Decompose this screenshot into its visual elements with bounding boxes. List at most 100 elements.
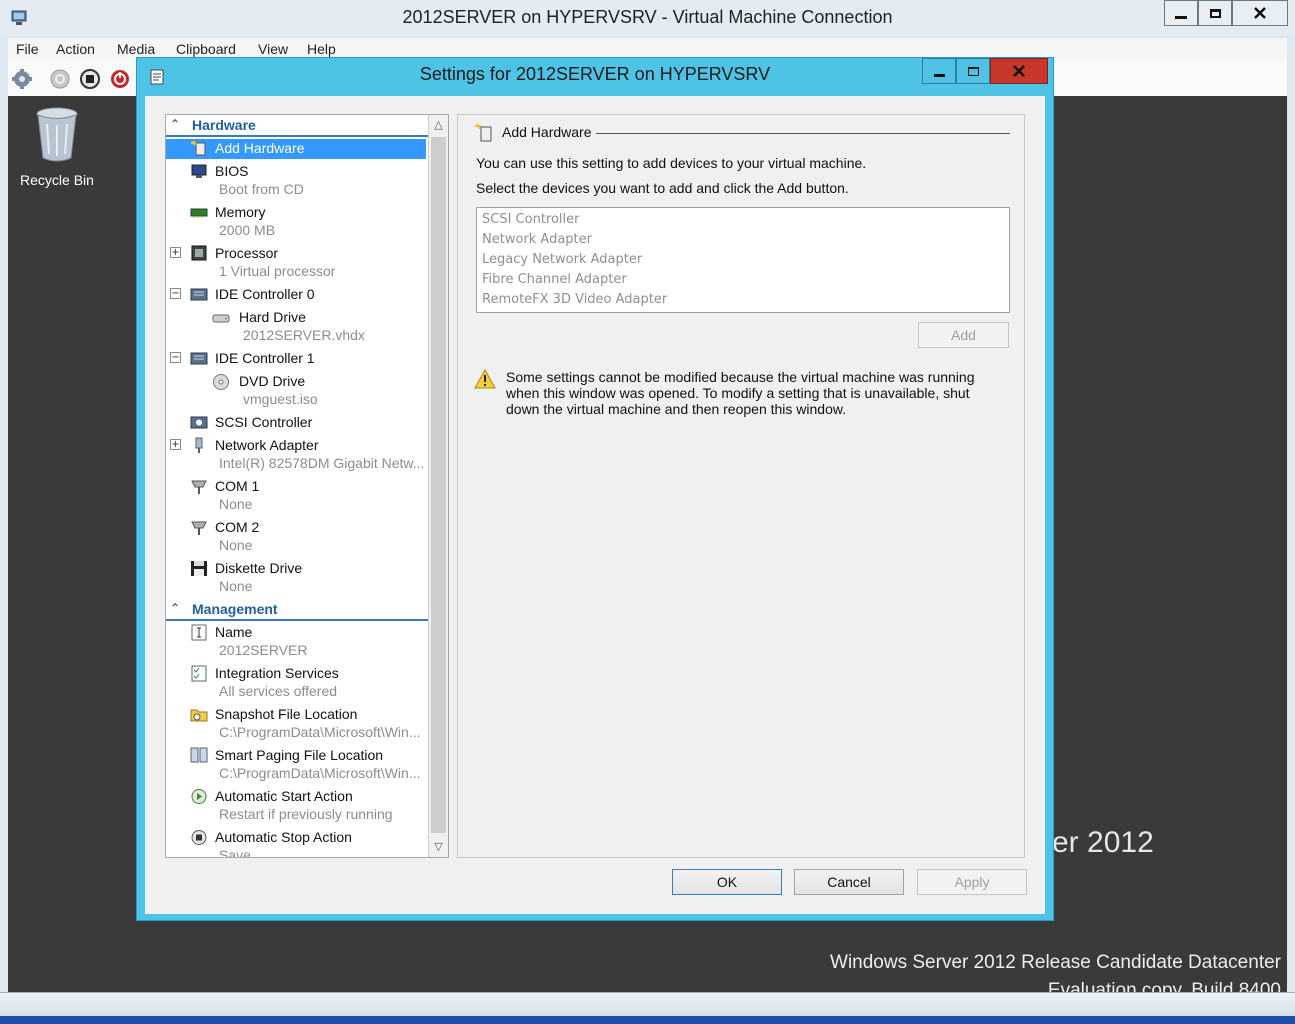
- expand-icon[interactable]: +: [170, 439, 181, 450]
- menu-help[interactable]: Help: [307, 41, 336, 57]
- device-option[interactable]: RemoteFX 3D Video Adapter: [477, 290, 1009, 310]
- device-option[interactable]: Legacy Network Adapter: [477, 250, 1009, 270]
- ide-controller-icon: [190, 352, 208, 365]
- tree-item-label: Hard Drive: [239, 309, 306, 325]
- processor-icon: [191, 245, 207, 261]
- minimize-button[interactable]: [1164, 0, 1198, 26]
- collapse-icon[interactable]: −: [170, 288, 181, 299]
- ctrl-alt-del-icon[interactable]: [11, 68, 33, 90]
- maximize-icon: [967, 66, 979, 76]
- settings-dialog-body: ⌃ Hardware Add Hardware BIOS Boot from C…: [145, 96, 1045, 914]
- tree-item-label: SCSI Controller: [215, 414, 313, 430]
- apply-button[interactable]: Apply: [917, 869, 1027, 895]
- cancel-button[interactable]: Cancel: [794, 869, 904, 895]
- tree-item-memory[interactable]: Memory: [166, 203, 426, 223]
- device-option[interactable]: SCSI Controller: [477, 210, 1009, 230]
- device-list[interactable]: SCSI Controller Network Adapter Legacy N…: [476, 207, 1010, 313]
- server-brand-text: er 2012: [1052, 826, 1154, 859]
- dialog-close-button[interactable]: [990, 58, 1048, 84]
- menu-action[interactable]: Action: [56, 41, 95, 57]
- build-watermark: Evaluation copy. Build 8400: [1047, 980, 1281, 992]
- diskette-icon: [191, 561, 207, 576]
- tree-item-label: Network Adapter: [215, 437, 319, 453]
- tree-item-bios[interactable]: BIOS: [166, 162, 426, 182]
- close-icon: [1254, 7, 1266, 19]
- dialog-maximize-button[interactable]: [956, 58, 990, 84]
- tree-item-ide-controller-0[interactable]: − IDE Controller 0: [166, 285, 426, 305]
- heading-divider: [596, 133, 1010, 134]
- tree-item-automatic-start-action[interactable]: Automatic Start Action: [166, 787, 426, 807]
- tree-item-detail: 2012SERVER.vhdx: [243, 327, 365, 343]
- tree-item-integration-services[interactable]: Integration Services: [166, 664, 426, 684]
- scroll-up-icon[interactable]: △: [429, 115, 448, 135]
- tree-item-smart-paging-file-location[interactable]: Smart Paging File Location: [166, 746, 426, 766]
- ok-button[interactable]: OK: [672, 869, 782, 895]
- management-header-label: Management: [192, 601, 278, 617]
- recycle-bin[interactable]: Recycle Bin: [16, 104, 98, 188]
- tree-item-com1[interactable]: COM 1: [166, 477, 426, 497]
- tree-item-detail: Intel(R) 82578DM Gigabit Netw...: [219, 455, 425, 471]
- tree-item-label: COM 2: [215, 519, 260, 535]
- close-button[interactable]: [1232, 0, 1288, 26]
- collapse-icon: ⌃: [170, 601, 181, 615]
- tree-item-ide-controller-1[interactable]: − IDE Controller 1: [166, 349, 426, 369]
- add-hardware-icon: [191, 140, 206, 156]
- turn-off-icon[interactable]: [79, 68, 101, 90]
- tree-item-detail: All services offered: [219, 683, 338, 699]
- shutdown-icon[interactable]: [109, 68, 131, 90]
- maximize-icon: [1209, 8, 1221, 18]
- expand-icon[interactable]: +: [170, 247, 181, 258]
- tree-item-processor[interactable]: + Processor: [166, 244, 426, 264]
- tree-item-com2[interactable]: COM 2: [166, 518, 426, 538]
- device-option[interactable]: Network Adapter: [477, 230, 1009, 250]
- hardware-header-label: Hardware: [192, 117, 256, 133]
- warning-message: Some settings cannot be modified because…: [506, 369, 975, 417]
- network-adapter-icon: [195, 437, 203, 453]
- minimize-icon: [1175, 15, 1187, 19]
- settings-dialog-title: Settings for 2012SERVER on HYPERVSRV: [419, 64, 771, 84]
- tree-item-hard-drive[interactable]: Hard Drive: [166, 308, 426, 328]
- tree-item-network-adapter[interactable]: + Network Adapter: [166, 436, 426, 456]
- tree-item-add-hardware[interactable]: Add Hardware: [166, 139, 426, 159]
- memory-icon: [190, 208, 208, 218]
- menu-media[interactable]: Media: [117, 41, 155, 57]
- start-icon[interactable]: [49, 68, 71, 90]
- tree-item-scsi-controller[interactable]: SCSI Controller: [166, 413, 426, 433]
- add-hardware-icon: [475, 123, 492, 142]
- tree-item-name[interactable]: Name: [166, 623, 426, 643]
- tree-item-detail: Save: [219, 847, 251, 857]
- hardware-section-header[interactable]: ⌃ Hardware: [166, 115, 428, 137]
- tree-item-dvd-drive[interactable]: DVD Drive: [166, 372, 426, 392]
- management-section-header[interactable]: ⌃ Management: [166, 599, 428, 621]
- scroll-down-icon[interactable]: ▽: [429, 837, 448, 857]
- tree-item-label: Smart Paging File Location: [215, 747, 384, 763]
- tree-item-label: COM 1: [215, 478, 260, 494]
- ide-controller-icon: [190, 288, 208, 301]
- snapshot-folder-icon: [190, 709, 208, 722]
- tree-item-label: Diskette Drive: [215, 560, 303, 576]
- vm-connection-titlebar: 2012SERVER on HYPERVSRV - Virtual Machin…: [0, 0, 1295, 36]
- scrollbar-thumb[interactable]: [431, 137, 446, 833]
- menu-view[interactable]: View: [258, 41, 288, 57]
- tree-scrollbar[interactable]: △ ▽: [428, 115, 448, 857]
- maximize-button[interactable]: [1198, 0, 1232, 26]
- warning-icon: [474, 369, 496, 389]
- recycle-bin-icon: [36, 107, 78, 162]
- device-option[interactable]: Fibre Channel Adapter: [477, 270, 1009, 290]
- menu-file[interactable]: File: [16, 41, 39, 57]
- pane-heading-label: Add Hardware: [502, 124, 592, 140]
- dialog-minimize-button[interactable]: [922, 58, 956, 84]
- tree-item-label: BIOS: [215, 163, 249, 179]
- tree-item-diskette-drive[interactable]: Diskette Drive: [166, 559, 426, 579]
- collapse-icon: ⌃: [170, 117, 181, 131]
- tree-item-automatic-stop-action[interactable]: Automatic Stop Action: [166, 828, 426, 848]
- tree-item-snapshot-file-location[interactable]: Snapshot File Location: [166, 705, 426, 725]
- add-button[interactable]: Add: [918, 322, 1009, 348]
- collapse-icon[interactable]: −: [170, 352, 181, 363]
- tree-item-detail: 2012SERVER: [219, 642, 308, 658]
- dvd-drive-icon: [213, 374, 229, 390]
- tree-item-detail: 2000 MB: [219, 222, 276, 238]
- menu-clipboard[interactable]: Clipboard: [176, 41, 236, 57]
- tree-item-detail: C:\ProgramData\Microsoft\Win...: [219, 724, 421, 740]
- tree-item-label: DVD Drive: [239, 373, 306, 389]
